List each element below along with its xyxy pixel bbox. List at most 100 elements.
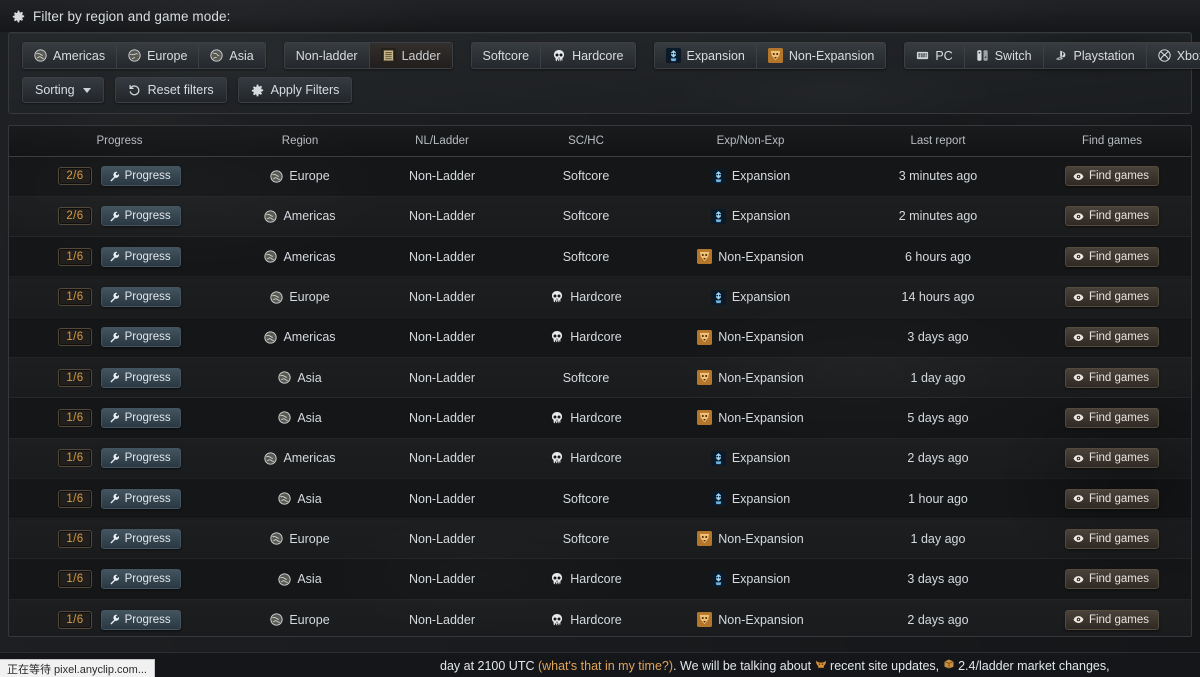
filter-button-playstation[interactable]: Playstation <box>1042 42 1146 69</box>
filter-button-softcore[interactable]: Softcore <box>470 42 541 69</box>
expansion-label: Expansion <box>731 451 791 466</box>
table-row[interactable]: 1/6 Progress Europe Non-Ladder Hardcore Expan… <box>9 276 1191 318</box>
eye-icon <box>1073 533 1084 544</box>
column-header-progress[interactable]: Progress <box>9 126 230 157</box>
globe-icon <box>264 210 278 223</box>
progress-badge: 1/6 <box>58 570 92 589</box>
progress-button[interactable]: Progress <box>100 367 181 388</box>
table-row[interactable]: 2/6 Progress Americas Non-Ladder Softcore Exp… <box>9 196 1191 237</box>
ladder-label: Non-Ladder <box>408 410 475 425</box>
region-label: Asia <box>297 370 322 385</box>
region-label: Europe <box>289 169 330 184</box>
filter-button-pc[interactable]: PC <box>904 42 964 69</box>
progress-button[interactable]: Progress <box>100 407 181 428</box>
announcement-ticker[interactable]: day at 2100 UTC (what's that in my time?… <box>0 652 1200 677</box>
filter-button-non-expansion[interactable]: Non-Expansion <box>755 42 887 69</box>
filter-button-expansion[interactable]: Expansion <box>653 42 756 69</box>
progress-button[interactable]: Progress <box>100 569 181 590</box>
sorting-dropdown[interactable]: Sorting <box>22 77 104 103</box>
cell-find-games: Find games <box>1033 196 1191 236</box>
cell-region: Asia <box>230 398 370 438</box>
table-row[interactable]: 1/6 Progress Asia Non-Ladder Hardcore Expansi… <box>9 558 1191 599</box>
filter-group-expansion: Expansion Non-Expansion <box>653 42 887 69</box>
progress-button[interactable]: Progress <box>100 246 181 267</box>
cell-find-games: Find games <box>1033 357 1191 397</box>
reset-filters-button[interactable]: Reset filters <box>114 77 227 103</box>
filter-button-asia[interactable]: Asia <box>198 42 266 69</box>
column-header-nl-ladder[interactable]: NL/Ladder <box>370 126 514 157</box>
table-row[interactable]: 1/6 Progress Asia Non-Ladder Softcore Expansi… <box>9 478 1191 518</box>
find-games-button[interactable]: Find games <box>1064 609 1160 630</box>
filter-button-xbox[interactable]: Xbox <box>1145 42 1200 69</box>
undo-icon <box>128 84 141 97</box>
table-row[interactable]: 2/6 Progress Europe Non-Ladder Softcore Expan… <box>9 156 1191 196</box>
find-games-label: Find games <box>1088 452 1150 465</box>
find-games-button[interactable]: Find games <box>1064 166 1160 187</box>
apply-filters-button[interactable]: Apply Filters <box>237 77 353 103</box>
cell-last-report: 5 days ago <box>843 398 1033 438</box>
progress-button[interactable]: Progress <box>100 448 181 469</box>
column-header-exp-nonexp[interactable]: Exp/Non-Exp <box>658 126 843 157</box>
globe-icon <box>264 452 278 465</box>
column-header-find-games[interactable]: Find games <box>1033 126 1191 157</box>
find-games-button[interactable]: Find games <box>1064 528 1160 549</box>
column-header-last-report[interactable]: Last report <box>843 126 1033 157</box>
filter-button-ladder[interactable]: Ladder <box>368 42 453 69</box>
filter-button-non-ladder[interactable]: Non-ladder <box>283 42 369 69</box>
table-row[interactable]: 1/6 Progress Americas Non-Ladder Softcore Non… <box>9 236 1191 277</box>
skull-icon <box>550 572 564 586</box>
filter-button-hardcore[interactable]: Hardcore <box>540 42 636 69</box>
find-games-button[interactable]: Find games <box>1064 327 1160 348</box>
core-label: Softcore <box>562 370 610 385</box>
last-report-label: 3 minutes ago <box>898 169 978 184</box>
table-row[interactable]: 1/6 Progress Asia Non-Ladder Softcore Non-Exp… <box>9 357 1191 398</box>
cell-expansion: Non-Expansion <box>658 519 843 559</box>
table-row[interactable]: 1/6 Progress Asia Non-Ladder Hardcore Non-Exp… <box>9 397 1191 438</box>
filter-button-americas[interactable]: Americas <box>22 42 117 69</box>
find-games-button[interactable]: Find games <box>1064 448 1160 469</box>
find-games-button[interactable]: Find games <box>1064 488 1160 509</box>
find-games-label: Find games <box>1088 613 1150 626</box>
ticker-segment: 2.4/ladder market changes, <box>958 658 1110 673</box>
cell-core: Hardcore <box>514 438 658 478</box>
expansion-icon <box>710 289 726 305</box>
find-games-button[interactable]: Find games <box>1064 246 1160 267</box>
find-games-button[interactable]: Find games <box>1064 287 1160 308</box>
progress-badge: 1/6 <box>58 449 92 468</box>
ticker-segment[interactable]: (what's that in my time?) <box>538 659 673 673</box>
cell-core: Hardcore <box>514 317 658 357</box>
cell-last-report: 1 hour ago <box>843 478 1033 518</box>
find-games-button[interactable]: Find games <box>1064 206 1160 227</box>
progress-badge: 1/6 <box>58 408 92 427</box>
progress-button[interactable]: Progress <box>100 528 181 549</box>
progress-button[interactable]: Progress <box>100 488 181 509</box>
non-expansion-icon <box>697 612 713 628</box>
cell-region: Americas <box>230 196 370 236</box>
region-label: Americas <box>283 330 336 345</box>
globe-icon <box>270 170 283 183</box>
find-games-button[interactable]: Find games <box>1064 407 1160 428</box>
progress-button-label: Progress <box>124 291 171 304</box>
cell-progress: 1/6 Progress <box>9 478 230 518</box>
table-row[interactable]: 1/6 Progress Europe Non-Ladder Hardcore Non-E… <box>9 599 1191 636</box>
cell-find-games: Find games <box>1033 156 1191 196</box>
progress-button[interactable]: Progress <box>100 206 181 227</box>
column-header-region[interactable]: Region <box>230 126 370 157</box>
filter-button-europe[interactable]: Europe <box>116 42 199 69</box>
progress-button[interactable]: Progress <box>100 166 181 187</box>
column-header-sc-hc[interactable]: SC/HC <box>514 126 658 157</box>
progress-button-label: Progress <box>124 411 171 424</box>
table-row[interactable]: 1/6 Progress Europe Non-Ladder Softcore Non-E… <box>9 518 1191 559</box>
find-games-button[interactable]: Find games <box>1064 569 1160 590</box>
last-report-label: 1 day ago <box>910 370 966 385</box>
progress-button[interactable]: Progress <box>100 327 181 348</box>
find-games-button[interactable]: Find games <box>1064 367 1160 388</box>
progress-button[interactable]: Progress <box>100 287 181 308</box>
progress-button[interactable]: Progress <box>100 609 181 630</box>
table-row[interactable]: 1/6 Progress Americas Non-Ladder Hardcore Exp… <box>9 438 1191 479</box>
wrench-icon <box>109 211 120 222</box>
filter-button-switch[interactable]: Switch <box>963 42 1043 69</box>
expansion-label: Non-Expansion <box>718 612 804 627</box>
table-row[interactable]: 1/6 Progress Americas Non-Ladder Hardcore Non… <box>9 317 1191 357</box>
find-games-label: Find games <box>1088 532 1150 545</box>
